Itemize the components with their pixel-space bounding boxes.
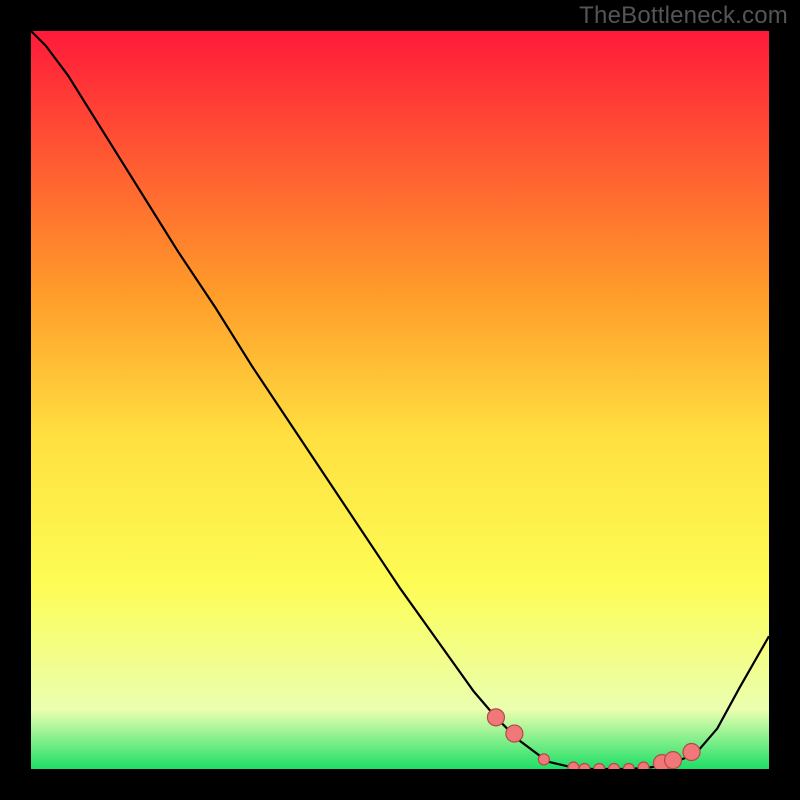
data-marker xyxy=(683,744,700,761)
data-marker xyxy=(506,725,523,742)
data-marker xyxy=(665,752,682,769)
data-marker xyxy=(594,764,605,770)
watermark-text: TheBottleneck.com xyxy=(579,2,788,30)
data-marker xyxy=(487,709,504,726)
data-marker xyxy=(538,754,549,765)
data-marker xyxy=(579,764,590,770)
chart-plot xyxy=(31,31,769,769)
data-marker xyxy=(568,762,579,769)
data-marker xyxy=(638,762,649,769)
data-marker xyxy=(609,764,620,770)
chart-frame: { "watermark": "TheBottleneck.com", "col… xyxy=(0,0,800,800)
data-marker xyxy=(623,764,634,770)
plot-background xyxy=(31,31,769,769)
